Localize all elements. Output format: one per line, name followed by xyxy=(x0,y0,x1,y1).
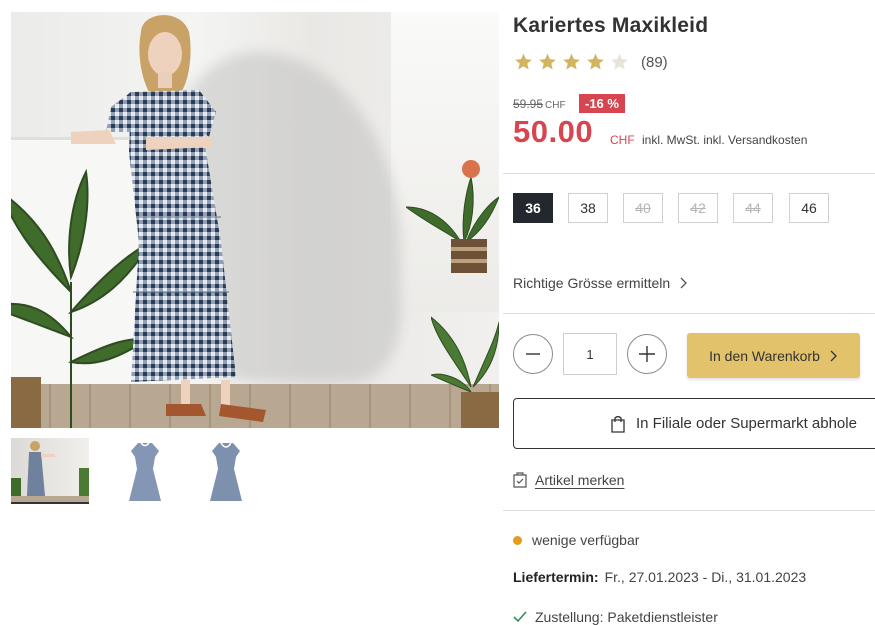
quantity-increase-button[interactable] xyxy=(627,334,667,374)
wishlist-link[interactable]: Artikel merken xyxy=(513,472,624,488)
product-title: Kariertes Maxikleid xyxy=(513,14,709,37)
size-option-44[interactable]: 44 xyxy=(733,193,773,223)
old-price: 59.95 CHF xyxy=(513,97,566,111)
model-figure xyxy=(71,15,266,422)
availability-label: wenige verfügbar xyxy=(532,532,640,548)
old-price-value: 59.95 xyxy=(513,97,544,111)
add-to-cart-button[interactable]: In den Warenkorb xyxy=(687,333,860,378)
clipboard-check-icon xyxy=(513,472,527,488)
product-info-panel: Kariertes Maxikleid (89) 59.95 CHF -16 % … xyxy=(503,0,875,625)
quantity-decrease-button[interactable] xyxy=(513,334,553,374)
shipping-method: Zustellung: Paketdienstleister xyxy=(513,609,718,625)
size-option-40[interactable]: 40 xyxy=(623,193,663,223)
rating-count[interactable]: (89) xyxy=(641,54,668,71)
thumbnail-model-photo[interactable] xyxy=(11,438,89,504)
delivery-label: Liefertermin: xyxy=(513,569,599,585)
chevron-right-icon xyxy=(680,277,688,289)
plus-icon xyxy=(639,346,655,362)
availability-status: wenige verfügbar xyxy=(513,532,639,548)
current-price: 50.00 xyxy=(513,114,594,149)
add-to-cart-label: In den Warenkorb xyxy=(709,347,820,364)
quantity-input[interactable] xyxy=(563,333,617,375)
discount-badge: -16 % xyxy=(579,94,625,113)
shopping-bag-icon xyxy=(611,415,625,433)
size-option-38[interactable]: 38 xyxy=(568,193,608,223)
star-empty-icon xyxy=(611,53,628,70)
star-filled-icon xyxy=(539,53,556,70)
delivery-date: Liefertermin: Fr., 27.01.2023 - Di., 31.0… xyxy=(513,569,806,585)
wishlist-label: Artikel merken xyxy=(535,472,625,488)
price-currency: CHF xyxy=(610,133,635,147)
dress-front-image xyxy=(129,442,161,501)
star-filled-icon xyxy=(587,53,604,70)
minus-icon xyxy=(526,353,540,355)
potted-plant-shelf xyxy=(406,160,499,273)
potted-plant-floor xyxy=(431,316,499,428)
availability-dot-icon xyxy=(513,535,522,545)
dress-back-image xyxy=(210,442,242,501)
divider xyxy=(503,510,875,511)
store-pickup-button[interactable]: In Filiale oder Supermarkt abhole xyxy=(513,398,875,449)
size-option-36[interactable]: 36 xyxy=(513,193,553,223)
thumbnail-dress-front[interactable] xyxy=(106,438,184,504)
thumbnail-dress-back[interactable] xyxy=(187,438,265,504)
product-main-image[interactable] xyxy=(11,12,499,428)
delivery-value: Fr., 27.01.2023 - Di., 31.01.2023 xyxy=(604,569,807,585)
size-finder-label: Richtige Grösse ermitteln xyxy=(513,275,671,291)
size-finder-link[interactable]: Richtige Grösse ermitteln xyxy=(513,275,688,291)
size-option-42[interactable]: 42 xyxy=(678,193,718,223)
star-filled-icon xyxy=(515,53,532,70)
rating-stars[interactable] xyxy=(513,52,630,72)
store-pickup-label: In Filiale oder Supermarkt abhole xyxy=(636,415,857,432)
divider xyxy=(503,173,875,174)
shipping-label: Zustellung: Paketdienstleister xyxy=(535,609,718,625)
checkmark-icon xyxy=(513,611,527,623)
chevron-right-icon xyxy=(830,350,837,361)
divider xyxy=(503,313,875,314)
thumbnail-image xyxy=(11,438,89,502)
star-filled-icon xyxy=(563,53,580,70)
price-note: inkl. MwSt. inkl. Versandkosten xyxy=(642,133,808,147)
size-option-46[interactable]: 46 xyxy=(789,193,829,223)
old-price-currency: CHF xyxy=(545,100,566,111)
